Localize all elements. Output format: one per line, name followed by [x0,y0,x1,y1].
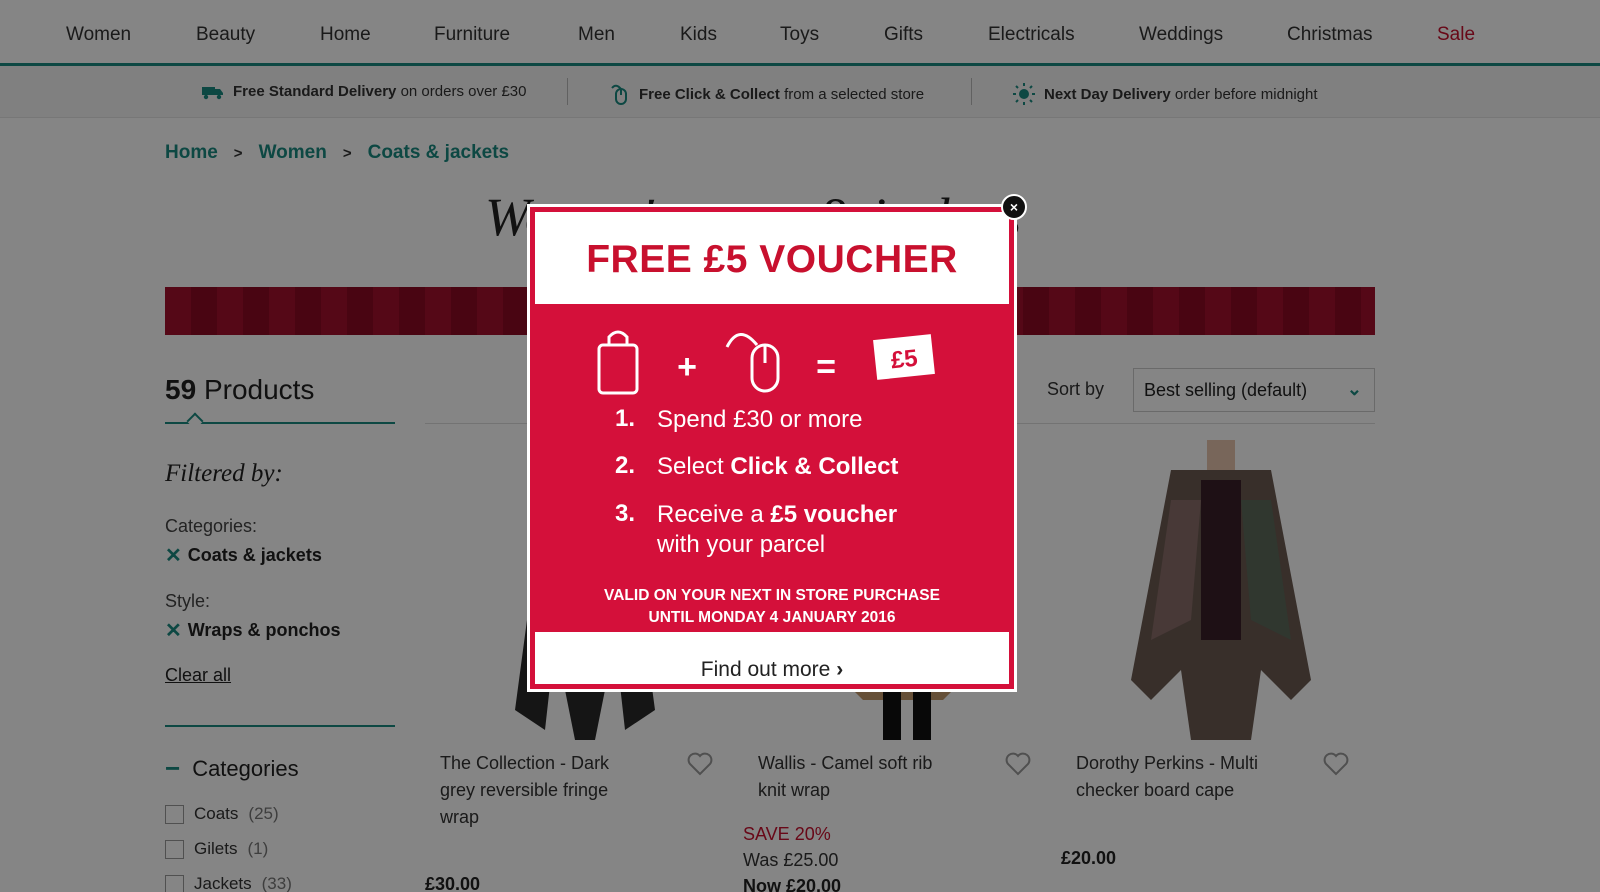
modal-header: FREE £5 VOUCHER [535,212,1009,304]
step-number: 2. [615,452,636,479]
step-text: Receive a £5 voucher with your parcel [657,500,897,560]
step-text: Spend £30 or more [657,406,863,433]
step-text-bold: Click & Collect [730,453,899,480]
chevron-right-icon: › [836,658,844,681]
step-text-prefix: Select [657,453,731,480]
validity-line-2: UNTIL MONDAY 4 JANUARY 2016 [648,609,896,626]
step-text-line2: with your parcel [657,531,826,558]
mouse-click-icon [725,333,780,393]
modal-title: FREE £5 VOUCHER [586,238,958,281]
close-icon[interactable]: × [1001,194,1027,220]
equals-sign: = [816,348,836,386]
shopping-bag-icon [597,330,639,395]
find-out-more-label: Find out more [700,658,831,681]
plus-sign: + [677,348,697,386]
voucher-equation: + = £5 [597,330,935,395]
step-text: Select Click & Collect [657,452,898,482]
voucher-ticket-icon: £5 [873,334,935,380]
voucher-modal: FREE £5 VOUCHER + = £5 1. Spend £30 or m… [530,207,1014,689]
step-text-prefix: Receive a [657,501,771,528]
step-number: 1. [615,405,636,432]
validity-notice: VALID ON YOUR NEXT IN STORE PURCHASE UNT… [535,585,1009,629]
find-out-more-button[interactable]: Find out more › [535,632,1009,684]
step-number: 3. [615,500,636,527]
step-text-bold: £5 voucher [770,501,898,528]
voucher-amount: £5 [890,345,919,375]
validity-line-1: VALID ON YOUR NEXT IN STORE PURCHASE [604,587,940,604]
